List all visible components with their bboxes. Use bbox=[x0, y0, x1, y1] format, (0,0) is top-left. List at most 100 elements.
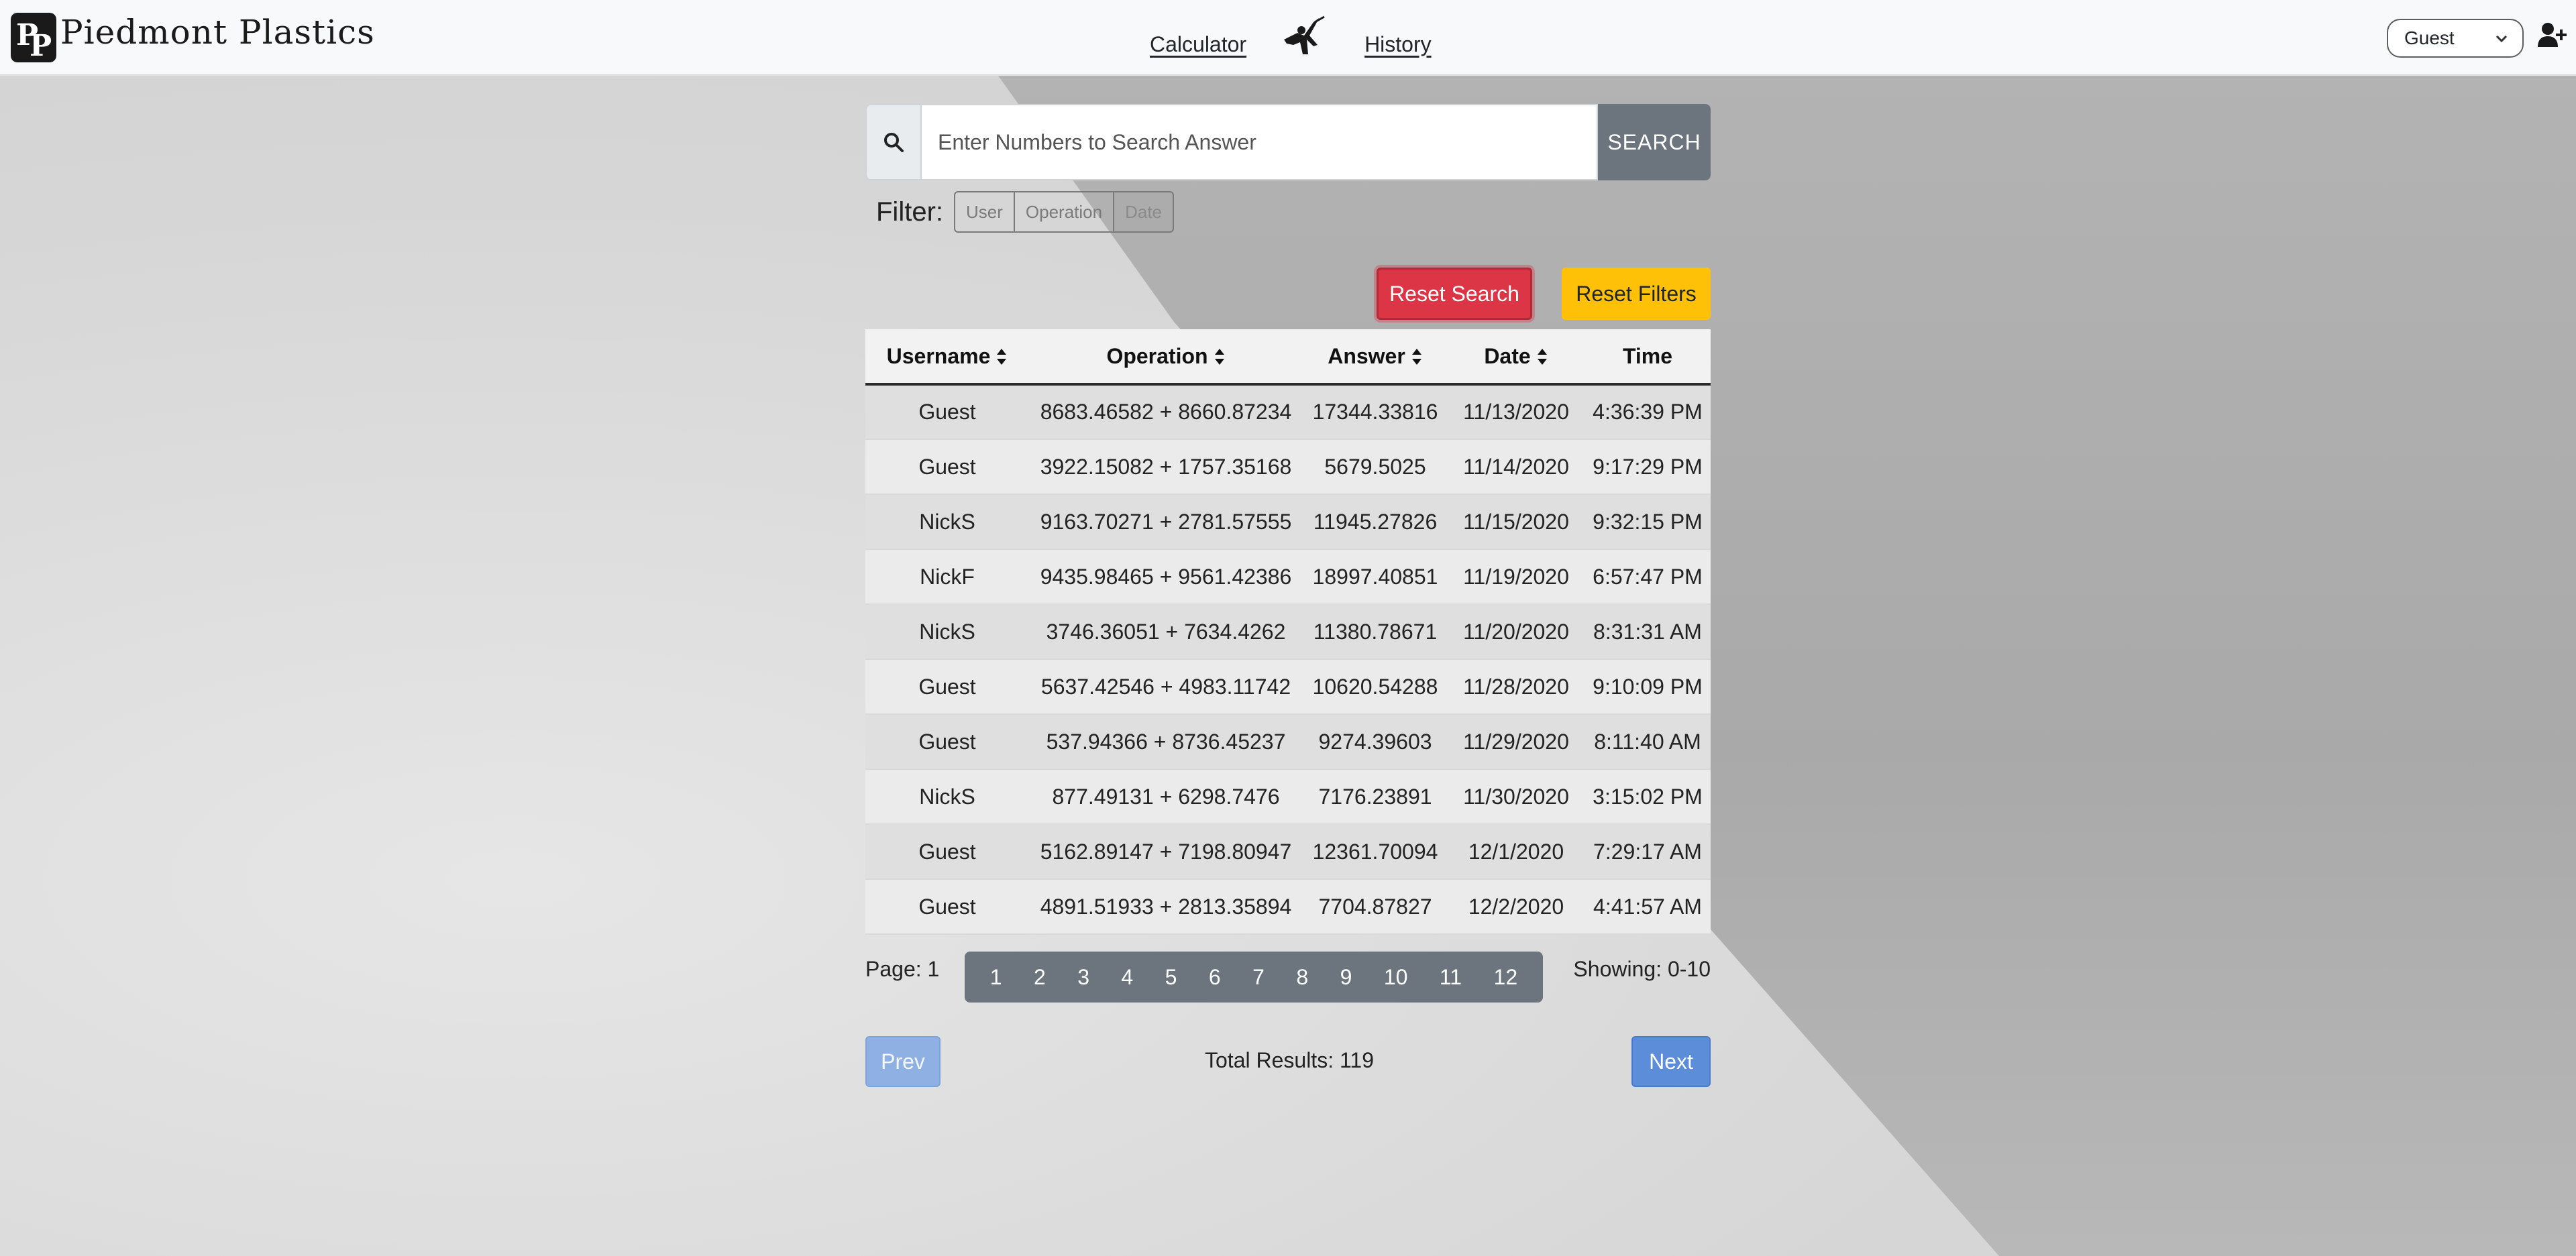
header-answer-label: Answer bbox=[1328, 343, 1405, 368]
nav-calculator-link[interactable]: Calculator bbox=[1150, 32, 1246, 57]
cell-username: Guest bbox=[918, 839, 976, 864]
cell-time: 9:32:15 PM bbox=[1593, 509, 1703, 534]
prev-button[interactable]: Prev bbox=[865, 1036, 941, 1087]
cell-answer: 12361.70094 bbox=[1312, 839, 1438, 864]
cell-date: 11/14/2020 bbox=[1463, 454, 1569, 479]
cell-time: 4:41:57 AM bbox=[1593, 894, 1702, 919]
page-link[interactable]: 8 bbox=[1296, 965, 1308, 990]
cell-operation: 8683.46582 + 8660.87234 bbox=[1040, 400, 1292, 424]
page-link[interactable]: 2 bbox=[1034, 965, 1046, 990]
sort-icon bbox=[1411, 348, 1421, 365]
cell-operation: 9163.70271 + 2781.57555 bbox=[1040, 509, 1292, 534]
brand-name: Piedmont Plastics bbox=[60, 13, 375, 52]
page-link[interactable]: 6 bbox=[1209, 965, 1221, 990]
search-bar: SEARCH bbox=[865, 104, 1711, 180]
cell-time: 9:17:29 PM bbox=[1593, 454, 1703, 479]
user-select-value: Guest bbox=[2404, 27, 2455, 48]
cell-operation: 537.94366 + 8736.45237 bbox=[1046, 729, 1286, 754]
page-link[interactable]: 10 bbox=[1384, 965, 1408, 990]
filter-operation-button[interactable]: Operation bbox=[1014, 191, 1115, 233]
cell-date: 11/30/2020 bbox=[1463, 784, 1569, 809]
cell-operation: 5162.89147 + 7198.80947 bbox=[1040, 839, 1292, 864]
reset-search-button[interactable]: Reset Search bbox=[1377, 268, 1532, 320]
page-link[interactable]: 12 bbox=[1494, 965, 1518, 990]
sort-icon bbox=[1214, 348, 1224, 365]
table-row: Guest 8683.46582 + 8660.87234 17344.33816 1… bbox=[865, 384, 1711, 439]
cell-operation: 3922.15082 + 1757.35168 bbox=[1040, 454, 1292, 479]
search-button[interactable]: SEARCH bbox=[1598, 104, 1711, 180]
cell-username: Guest bbox=[918, 400, 976, 424]
total-results-label: Total Results: 119 bbox=[1205, 1048, 1374, 1072]
user-select[interactable]: Guest bbox=[2387, 19, 2524, 58]
header-operation-label: Operation bbox=[1106, 343, 1208, 368]
page-link[interactable]: 11 bbox=[1440, 965, 1462, 990]
filter-user-button[interactable]: User bbox=[954, 191, 1015, 233]
search-icon-box bbox=[865, 104, 920, 180]
header-answer[interactable]: Answer bbox=[1303, 329, 1448, 384]
search-icon bbox=[884, 133, 904, 152]
cell-username: NickS bbox=[919, 619, 975, 644]
cell-username: NickS bbox=[919, 784, 975, 809]
page-link[interactable]: 9 bbox=[1340, 965, 1352, 990]
page-label: Page: 1 bbox=[865, 957, 940, 981]
table-header-row: Username Operation Answer Date Time bbox=[865, 329, 1711, 384]
reset-filters-button[interactable]: Reset Filters bbox=[1562, 268, 1711, 320]
cell-username: Guest bbox=[918, 729, 976, 754]
mascot-icon bbox=[1277, 15, 1330, 62]
page-link[interactable]: 5 bbox=[1165, 965, 1177, 990]
cell-time: 8:31:31 AM bbox=[1593, 619, 1702, 644]
cell-date: 11/15/2020 bbox=[1463, 509, 1569, 534]
next-button[interactable]: Next bbox=[1631, 1036, 1711, 1087]
cell-operation: 3746.36051 + 7634.4262 bbox=[1046, 619, 1286, 644]
filter-row: Filter: User Operation Date bbox=[876, 191, 1175, 233]
header-username[interactable]: Username bbox=[865, 329, 1029, 384]
filter-date-button[interactable]: Date bbox=[1114, 191, 1175, 233]
cell-username: Guest bbox=[918, 894, 976, 919]
header-time: Time bbox=[1585, 329, 1711, 384]
header-date-label: Date bbox=[1484, 343, 1531, 368]
page-link[interactable]: 1 bbox=[990, 965, 1002, 990]
cell-answer: 7176.23891 bbox=[1318, 784, 1432, 809]
cell-answer: 7704.87827 bbox=[1318, 894, 1432, 919]
main-nav: Calculator History bbox=[1150, 15, 1432, 71]
chevron-down-icon bbox=[2496, 35, 2508, 43]
cell-operation: 4891.51933 + 2813.35894 bbox=[1040, 894, 1292, 919]
cell-username: Guest bbox=[918, 674, 976, 699]
table-row: Guest 5637.42546 + 4983.11742 10620.54288 1… bbox=[865, 659, 1711, 714]
table-row: Guest 4891.51933 + 2813.35894 7704.87827 12… bbox=[865, 879, 1711, 934]
table-body: Guest 8683.46582 + 8660.87234 17344.33816 1… bbox=[865, 384, 1711, 934]
cell-username: Guest bbox=[918, 454, 976, 479]
table-row: NickF 9435.98465 + 9561.42386 18997.40851 1… bbox=[865, 549, 1711, 604]
cell-time: 9:10:09 PM bbox=[1593, 674, 1703, 699]
cell-time: 7:29:17 AM bbox=[1593, 839, 1702, 864]
cell-answer: 11380.78671 bbox=[1313, 619, 1438, 644]
header-username-label: Username bbox=[886, 343, 991, 368]
cell-answer: 17344.33816 bbox=[1312, 400, 1438, 424]
table-row: Guest 537.94366 + 8736.45237 9274.39603 11/… bbox=[865, 714, 1711, 769]
cell-answer: 9274.39603 bbox=[1318, 729, 1432, 754]
table-row: Guest 3922.15082 + 1757.35168 5679.5025 11/… bbox=[865, 439, 1711, 494]
cell-time: 6:57:47 PM bbox=[1593, 564, 1703, 589]
cell-date: 12/2/2020 bbox=[1468, 894, 1564, 919]
cell-answer: 10620.54288 bbox=[1312, 674, 1438, 699]
cell-time: 4:36:39 PM bbox=[1593, 400, 1703, 424]
page-link[interactable]: 3 bbox=[1077, 965, 1089, 990]
header-time-label: Time bbox=[1622, 343, 1673, 368]
page-link[interactable]: 4 bbox=[1121, 965, 1133, 990]
header-operation[interactable]: Operation bbox=[1029, 329, 1303, 384]
filter-button-group: User Operation Date bbox=[954, 191, 1175, 233]
nav-history-link[interactable]: History bbox=[1364, 32, 1432, 57]
cell-answer: 11945.27826 bbox=[1313, 509, 1438, 534]
user-plus-icon[interactable] bbox=[2537, 21, 2568, 48]
cell-time: 3:15:02 PM bbox=[1593, 784, 1703, 809]
page-link[interactable]: 7 bbox=[1252, 965, 1265, 990]
header-date[interactable]: Date bbox=[1448, 329, 1585, 384]
cell-operation: 9435.98465 + 9561.42386 bbox=[1040, 564, 1292, 589]
brand[interactable]: P P Piedmont Plastics bbox=[11, 11, 375, 64]
cell-date: 11/13/2020 bbox=[1463, 400, 1569, 424]
cell-operation: 5637.42546 + 4983.11742 bbox=[1040, 674, 1291, 699]
search-input[interactable] bbox=[920, 104, 1598, 180]
showing-label: Showing: 0-10 bbox=[1573, 957, 1711, 981]
pagination: 1 2 3 4 5 6 7 8 9 10 11 12 bbox=[965, 952, 1543, 1003]
cell-date: 11/29/2020 bbox=[1463, 729, 1569, 754]
